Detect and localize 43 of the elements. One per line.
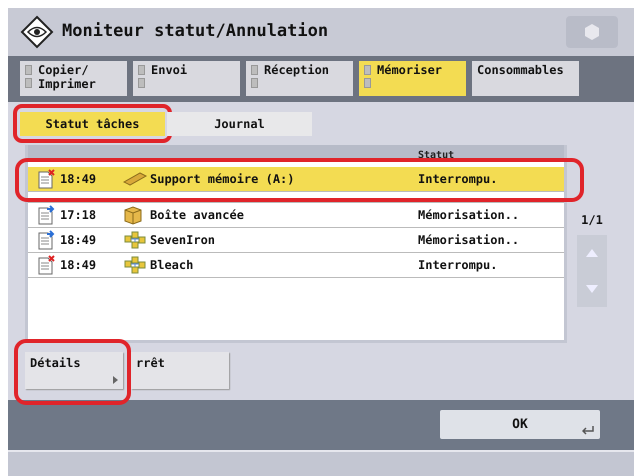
- page-indicator: 1/1: [581, 212, 603, 229]
- job-row[interactable]: 18:49 Bleach Interrompu.: [28, 253, 564, 278]
- location-cell-text: Support mémoire (A:): [149, 171, 296, 188]
- tab[interactable]: Mémoriser: [359, 61, 466, 96]
- action-button[interactable]: rrêt: [131, 352, 229, 388]
- job-row[interactable]: 17:18 Boîte avancée Mémorisation..: [28, 203, 564, 228]
- status-cell-text: Interrompu.: [418, 171, 498, 188]
- ok-button[interactable]: OK: [440, 410, 600, 439]
- document-cross-icon: [36, 169, 56, 189]
- location-cell-text: Bleach: [149, 257, 194, 274]
- document-arrow-icon: [36, 205, 56, 225]
- job-row[interactable]: 18:49 SevenIron Mémorisation..: [28, 228, 564, 253]
- status-cell-text: Interrompu.: [418, 257, 498, 274]
- job-row[interactable]: 18:49 Support mémoire (A:) Interrompu.: [28, 167, 564, 192]
- scroll-down-button[interactable]: [577, 271, 607, 307]
- tab[interactable]: Consommables: [472, 61, 579, 96]
- scroll-up-button[interactable]: [577, 235, 607, 271]
- location-cell-text: SevenIron: [149, 232, 216, 249]
- tab[interactable]: Réception: [246, 61, 353, 96]
- down-arrow-icon: [586, 285, 598, 293]
- up-arrow-icon: [586, 249, 598, 257]
- status-cell-text: Mémorisation..: [418, 207, 520, 224]
- time-cell-text: 17:18: [59, 207, 98, 224]
- cube-icon: [583, 23, 601, 41]
- tab[interactable]: Envoi: [133, 61, 240, 96]
- eye-icon: [20, 15, 54, 49]
- time-cell-text: 18:49: [59, 232, 98, 249]
- column-heading: Statut: [418, 151, 454, 161]
- box-icon: [122, 205, 144, 225]
- tab[interactable]: Copier/ Imprimer: [20, 61, 127, 96]
- subtab[interactable]: Journal: [167, 112, 312, 136]
- status-cell-text: Mémorisation..: [418, 232, 520, 249]
- return-icon: [582, 426, 594, 435]
- time-cell-text: 18:49: [59, 257, 98, 274]
- cube-button[interactable]: [566, 16, 618, 48]
- memory-stick-icon: [122, 170, 148, 188]
- document-cross-icon: [36, 255, 56, 275]
- action-button[interactable]: Détails: [25, 352, 123, 388]
- time-cell-text: 18:49: [59, 171, 98, 188]
- window-title: Moniteur statut/Annulation: [62, 20, 328, 44]
- subtab[interactable]: Statut tâches: [20, 112, 165, 136]
- location-cell-text: Boîte avancée: [149, 207, 245, 224]
- document-arrow-icon: [36, 230, 56, 250]
